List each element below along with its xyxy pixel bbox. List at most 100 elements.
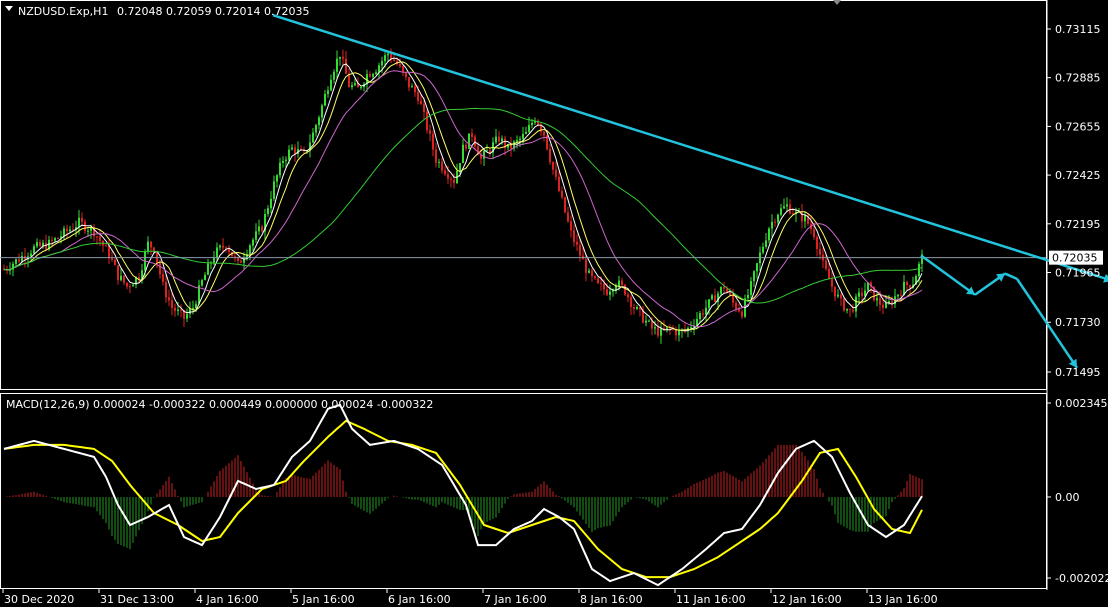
candle-body <box>654 327 656 329</box>
candle-body <box>843 298 845 311</box>
candle-body <box>51 239 53 241</box>
candle-body <box>516 140 518 142</box>
candle-body <box>768 228 770 241</box>
price-tick-label: 0.71495 <box>1055 366 1101 379</box>
candle-body <box>861 292 863 296</box>
candle-body <box>159 262 161 275</box>
candle-body <box>123 275 125 283</box>
candle-body <box>426 111 428 131</box>
candle-body <box>858 292 860 297</box>
candle-body <box>519 138 521 141</box>
projection-arrow-down-1 <box>920 254 976 296</box>
candle-body <box>54 238 56 241</box>
candle-body <box>324 93 326 106</box>
time-tick-label: 7 Jan 16:00 <box>484 593 547 606</box>
candle-body <box>150 241 152 248</box>
candle-body <box>372 74 374 77</box>
candle-body <box>585 259 587 273</box>
candle-body <box>588 270 590 273</box>
candle-body <box>258 226 260 232</box>
candle-body <box>282 160 284 163</box>
macd-tick-label: 0.00 <box>1055 491 1080 504</box>
candle-body <box>591 270 593 277</box>
candle-body <box>285 159 287 161</box>
candle-body <box>468 133 470 149</box>
candle-body <box>369 74 371 77</box>
candle-body <box>756 263 758 272</box>
candle-body <box>447 174 449 179</box>
candle-body <box>636 306 638 309</box>
candles <box>3 48 923 344</box>
candle-body <box>81 217 83 222</box>
candle-body <box>528 125 530 132</box>
candle-body <box>567 212 569 222</box>
candle-body <box>735 302 737 309</box>
candle-body <box>171 300 173 308</box>
candle-body <box>444 170 446 175</box>
candle-body <box>270 198 272 209</box>
candle-body <box>483 150 485 159</box>
candle-body <box>627 294 629 298</box>
candle-body <box>882 304 884 308</box>
symbol-title: NZDUSD.Exp,H1 <box>18 5 108 18</box>
moving-averages <box>3 57 923 332</box>
candle-body <box>618 280 620 287</box>
candle-body <box>597 278 599 284</box>
candle-body <box>630 297 632 308</box>
candle-body <box>906 281 908 286</box>
candle-body <box>174 307 176 311</box>
current-price-label: 0.72035 <box>1052 252 1098 265</box>
price-tick-label: 0.72425 <box>1055 169 1101 182</box>
candle-body <box>900 294 902 296</box>
candle-body <box>66 228 68 232</box>
candle-body <box>201 280 203 286</box>
candle-body <box>129 286 131 288</box>
candle-body <box>186 313 188 319</box>
menu-triangle-icon[interactable] <box>5 6 13 11</box>
candle-body <box>288 149 290 160</box>
candle-body <box>897 294 899 297</box>
candle-body <box>465 144 467 149</box>
candle-body <box>114 259 116 266</box>
candle-body <box>732 294 734 303</box>
candle-body <box>489 150 491 153</box>
candle-body <box>417 92 419 101</box>
price-tick-label: 0.71730 <box>1055 316 1101 329</box>
candle-body <box>840 294 842 299</box>
candle-body <box>837 294 839 297</box>
candle-body <box>648 320 650 322</box>
candle-body <box>453 179 455 184</box>
candle-body <box>714 295 716 302</box>
candle-body <box>216 247 218 258</box>
candle-body <box>162 274 164 282</box>
candle-body <box>828 268 830 280</box>
candle-body <box>420 100 422 105</box>
candle-body <box>18 259 20 262</box>
candle-body <box>168 297 170 301</box>
candle-body <box>36 242 38 247</box>
candle-body <box>354 83 356 86</box>
candle-body <box>561 190 563 198</box>
candle-body <box>402 66 404 73</box>
time-tick-label: 8 Jan 16:00 <box>580 593 643 606</box>
candle-body <box>846 308 848 311</box>
scroll-marker-icon[interactable] <box>833 0 841 5</box>
candle-body <box>249 245 251 255</box>
candle-body <box>126 282 128 287</box>
time-tick-label: 30 Dec 2020 <box>4 593 74 606</box>
candle-body <box>177 309 179 311</box>
candle-body <box>345 58 347 74</box>
candle-body <box>705 307 707 315</box>
ohlc-low: 0.72014 <box>215 5 261 18</box>
candle-body <box>543 131 545 136</box>
candle-body <box>498 136 500 142</box>
ohlc-close: 0.72035 <box>264 5 310 18</box>
candle-body <box>411 86 413 88</box>
candle-body <box>729 292 731 295</box>
candle-body <box>603 284 605 290</box>
candle-body <box>267 208 269 215</box>
candle-body <box>78 217 80 228</box>
candle-body <box>219 245 221 248</box>
candle-body <box>774 221 776 223</box>
candle-body <box>222 245 224 248</box>
